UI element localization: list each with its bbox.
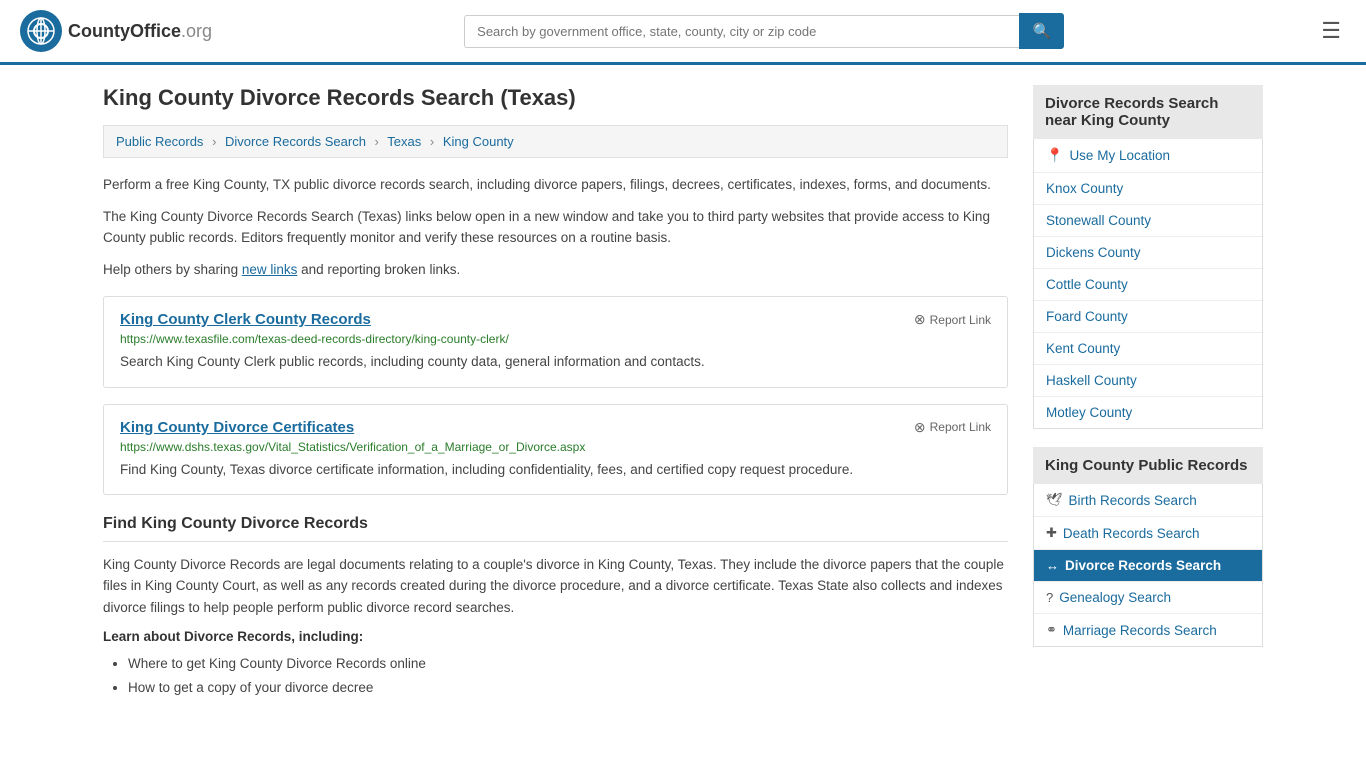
divorce-records-link[interactable]: Divorce Records Search [1065, 558, 1221, 573]
logo-text: CountyOffice.org [68, 21, 212, 42]
records-links: 🕊 Birth Records Search ✚ Death Records S… [1033, 484, 1263, 647]
genealogy-link[interactable]: Genealogy Search [1059, 590, 1171, 605]
search-button[interactable]: 🔍 [1019, 13, 1064, 49]
kent-county-link[interactable]: Kent County [1046, 341, 1120, 356]
sidebar-motley-county[interactable]: Motley County [1034, 397, 1262, 428]
resource-url-1: https://www.texasfile.com/texas-deed-rec… [120, 332, 991, 346]
death-records-item[interactable]: ✚ Death Records Search [1034, 517, 1262, 550]
intro-3: Help others by sharing new links and rep… [103, 259, 1008, 281]
menu-icon[interactable]: ☰ [1316, 13, 1346, 49]
marriage-icon: ⚭ [1046, 622, 1057, 638]
motley-county-link[interactable]: Motley County [1046, 405, 1132, 420]
breadcrumb-texas[interactable]: Texas [387, 134, 421, 149]
bullet-item-2: How to get a copy of your divorce decree [128, 676, 1008, 700]
header: CountyOffice.org 🔍 ☰ [0, 0, 1366, 65]
resource-url-2: https://www.dshs.texas.gov/Vital_Statist… [120, 440, 991, 454]
resource-title-1[interactable]: King County Clerk County Records [120, 311, 991, 328]
sidebar-foard-county[interactable]: Foard County [1034, 301, 1262, 333]
search-bar: 🔍 [464, 13, 1064, 49]
resource-desc-2: Find King County, Texas divorce certific… [120, 460, 991, 480]
stonewall-county-link[interactable]: Stonewall County [1046, 213, 1151, 228]
report-icon-1: ⊗ [914, 311, 926, 328]
location-pin-icon: 📍 [1046, 147, 1063, 164]
bullet-list: Where to get King County Divorce Records… [128, 652, 1008, 701]
resource-card-2: ⊗ Report Link King County Divorce Certif… [103, 404, 1008, 495]
dickens-county-link[interactable]: Dickens County [1046, 245, 1141, 260]
birth-icon: 🕊 [1046, 492, 1063, 508]
search-input[interactable] [464, 15, 1019, 48]
report-label-1: Report Link [930, 313, 991, 327]
report-icon-2: ⊗ [914, 419, 926, 436]
marriage-records-link[interactable]: Marriage Records Search [1063, 623, 1217, 638]
find-records-heading: Find King County Divorce Records [103, 515, 1008, 542]
logo-area: CountyOffice.org [20, 10, 212, 52]
records-section-title: King County Public Records [1033, 447, 1263, 484]
breadcrumb-king-county[interactable]: King County [443, 134, 514, 149]
death-records-link[interactable]: Death Records Search [1063, 526, 1200, 541]
sidebar-kent-county[interactable]: Kent County [1034, 333, 1262, 365]
breadcrumb-sep-2: › [375, 134, 379, 149]
breadcrumb-public-records[interactable]: Public Records [116, 134, 203, 149]
birth-records-item[interactable]: 🕊 Birth Records Search [1034, 484, 1262, 517]
death-icon: ✚ [1046, 525, 1057, 541]
resource-card-1: ⊗ Report Link King County Clerk County R… [103, 296, 1008, 387]
search-icon: 🔍 [1032, 23, 1051, 40]
main-container: King County Divorce Records Search (Texa… [83, 65, 1283, 720]
content-area: King County Divorce Records Search (Texa… [103, 85, 1008, 700]
genealogy-item[interactable]: ? Genealogy Search [1034, 582, 1262, 614]
sidebar-knox-county[interactable]: Knox County [1034, 173, 1262, 205]
breadcrumb-sep-1: › [212, 134, 216, 149]
sidebar-cottle-county[interactable]: Cottle County [1034, 269, 1262, 301]
logo-icon [20, 10, 62, 52]
marriage-records-item[interactable]: ⚭ Marriage Records Search [1034, 614, 1262, 646]
divorce-records-item[interactable]: ↔ Divorce Records Search [1034, 550, 1262, 582]
use-location-item[interactable]: 📍 Use My Location [1034, 139, 1262, 173]
sidebar-haskell-county[interactable]: Haskell County [1034, 365, 1262, 397]
intro-1: Perform a free King County, TX public di… [103, 174, 1008, 196]
report-link-btn-1[interactable]: ⊗ Report Link [914, 311, 991, 328]
new-links-link[interactable]: new links [242, 262, 298, 277]
cottle-county-link[interactable]: Cottle County [1046, 277, 1128, 292]
nearby-links: 📍 Use My Location Knox County Stonewall … [1033, 139, 1263, 429]
use-my-location-link[interactable]: Use My Location [1069, 148, 1170, 163]
nearby-section-title: Divorce Records Search near King County [1033, 85, 1263, 139]
resource-title-2[interactable]: King County Divorce Certificates [120, 419, 991, 436]
sidebar-stonewall-county[interactable]: Stonewall County [1034, 205, 1262, 237]
sidebar: Divorce Records Search near King County … [1033, 85, 1263, 700]
bullet-item-1: Where to get King County Divorce Records… [128, 652, 1008, 676]
foard-county-link[interactable]: Foard County [1046, 309, 1128, 324]
resource-desc-1: Search King County Clerk public records,… [120, 352, 991, 372]
sidebar-dickens-county[interactable]: Dickens County [1034, 237, 1262, 269]
intro-3-prefix: Help others by sharing [103, 262, 242, 277]
genealogy-icon: ? [1046, 590, 1053, 605]
breadcrumb-divorce-records[interactable]: Divorce Records Search [225, 134, 366, 149]
body-text: King County Divorce Records are legal do… [103, 554, 1008, 619]
breadcrumb-sep-3: › [430, 134, 434, 149]
haskell-county-link[interactable]: Haskell County [1046, 373, 1137, 388]
intro-2: The King County Divorce Records Search (… [103, 206, 1008, 249]
report-link-btn-2[interactable]: ⊗ Report Link [914, 419, 991, 436]
birth-records-link[interactable]: Birth Records Search [1069, 493, 1197, 508]
page-title: King County Divorce Records Search (Texa… [103, 85, 1008, 111]
divorce-icon: ↔ [1046, 558, 1059, 573]
report-label-2: Report Link [930, 420, 991, 434]
learn-heading: Learn about Divorce Records, including: [103, 629, 1008, 644]
knox-county-link[interactable]: Knox County [1046, 181, 1123, 196]
breadcrumb: Public Records › Divorce Records Search … [103, 125, 1008, 158]
intro-3-suffix: and reporting broken links. [297, 262, 460, 277]
